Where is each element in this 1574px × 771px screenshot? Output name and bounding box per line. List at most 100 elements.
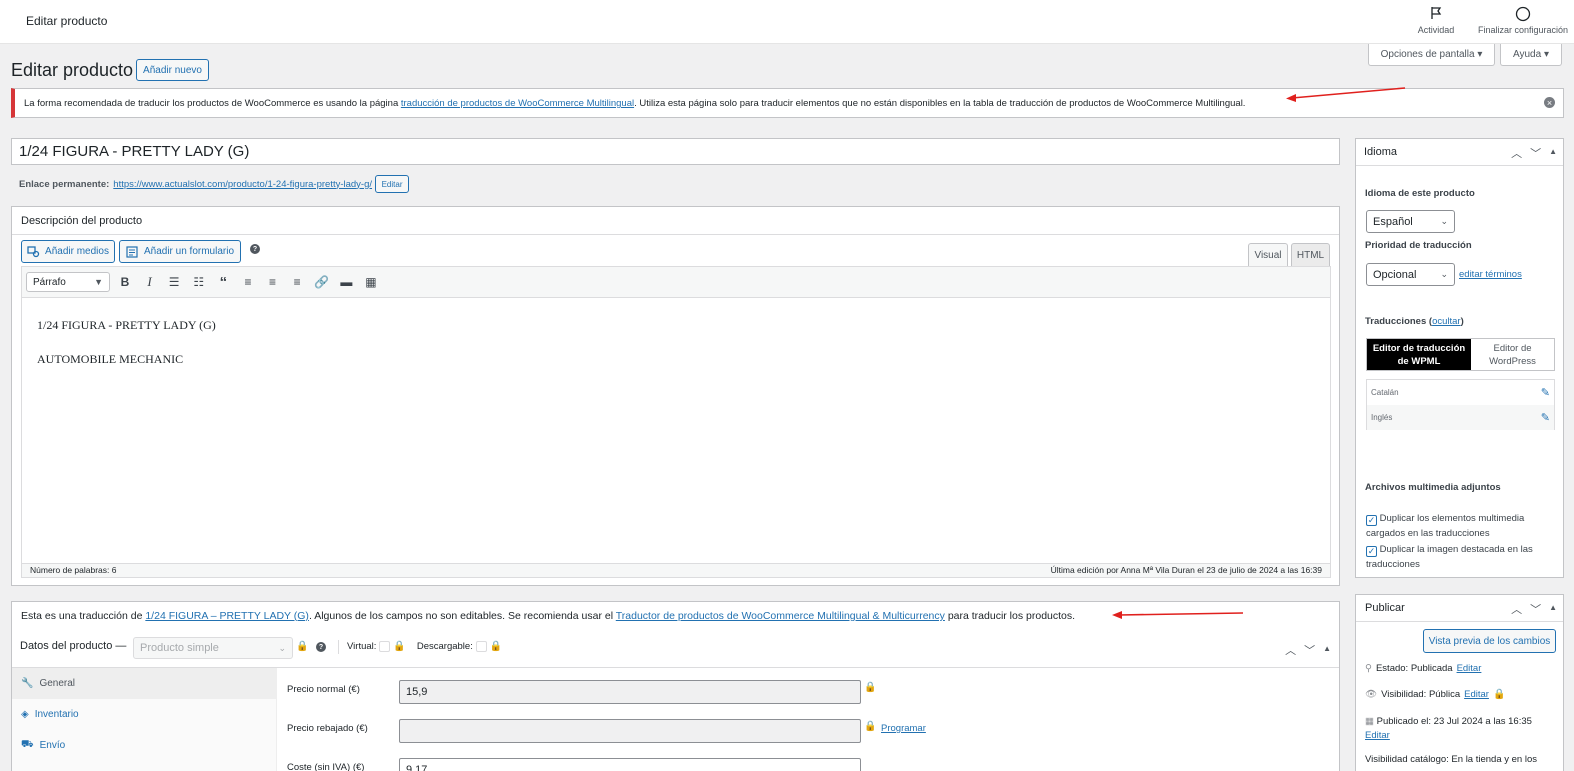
annotation-arrow: [1112, 611, 1244, 619]
blockquote-icon[interactable]: “: [212, 271, 234, 293]
description-box: Descripción del producto Añadir medios A…: [11, 206, 1340, 586]
add-new-button[interactable]: Añadir nuevo: [136, 59, 209, 81]
language-select[interactable]: Español ⌄: [1366, 210, 1455, 233]
chevron-down-icon: ⌄: [1440, 269, 1448, 279]
translation-notice-before: Esta es una traducción de: [21, 610, 146, 622]
topbar-title: Editar producto: [26, 14, 108, 28]
tag-icon: ◈: [21, 709, 29, 720]
toolbar-toggle-icon[interactable]: ▦: [360, 271, 382, 293]
help-icon[interactable]: ?: [316, 642, 326, 652]
tab-general[interactable]: 🔧 General: [12, 668, 277, 699]
wrench-icon: 🔧: [21, 678, 34, 689]
add-form-button[interactable]: Añadir un formulario: [119, 240, 241, 263]
chevron-up-icon[interactable]: ︿: [1511, 145, 1522, 161]
numbered-list-icon[interactable]: ☷: [188, 271, 210, 293]
lock-icon: 🔒: [489, 641, 503, 652]
status-edit-link[interactable]: Editar: [1457, 663, 1482, 674]
downloadable-checkbox[interactable]: [475, 641, 487, 652]
toggle-panel-icon[interactable]: ▲: [1323, 644, 1331, 658]
help-button[interactable]: Ayuda ▾: [1500, 44, 1562, 66]
dup-media-label: Duplicar los elementos multimedia cargad…: [1366, 513, 1525, 539]
hide-link[interactable]: ocultar: [1432, 316, 1461, 327]
chevron-down-icon[interactable]: ﹀: [1530, 601, 1541, 617]
notice-link[interactable]: traducción de productos de WooCommerce M…: [401, 98, 634, 109]
product-data-tabs: 🔧 General ◈ Inventario ⛟ Envío: [12, 668, 277, 771]
status-label: Estado: Publicada: [1375, 663, 1453, 674]
notice-text-after: . Utiliza esta página solo para traducir…: [634, 98, 1246, 109]
wcml-translator-link[interactable]: Traductor de productos de WooCommerce Mu…: [616, 610, 945, 622]
language-name: Inglés: [1371, 413, 1393, 422]
circle-progress-icon: [1515, 6, 1531, 22]
permalink-label: Enlace permanente:: [19, 178, 110, 190]
tab-visual[interactable]: Visual: [1248, 243, 1288, 267]
editor-content[interactable]: 1/24 FIGURA - PRETTY LADY (G) AUTOMOBILE…: [21, 298, 1331, 564]
edit-terms-link[interactable]: editar términos: [1459, 269, 1522, 280]
link-icon[interactable]: 🔗: [311, 271, 333, 293]
wpml-editor-option[interactable]: Editor de traducción de WPML: [1367, 339, 1471, 370]
published-edit-link[interactable]: Editar: [1365, 729, 1561, 743]
regular-price-input[interactable]: 15,9: [399, 680, 861, 704]
preview-changes-button[interactable]: Vista previa de los cambios: [1423, 629, 1556, 653]
tab-html[interactable]: HTML: [1291, 243, 1330, 267]
tab-inventory[interactable]: ◈ Inventario: [12, 699, 277, 730]
toggle-panel-icon[interactable]: ▲: [1549, 603, 1557, 617]
schedule-link[interactable]: Programar: [881, 723, 926, 734]
product-type-select[interactable]: Producto simple ⌄: [133, 637, 293, 659]
align-center-icon[interactable]: ≡: [262, 271, 284, 293]
sale-price-label: Precio rebajado (€): [287, 723, 368, 734]
bold-icon[interactable]: B: [114, 271, 136, 293]
language-label: Idioma de este producto: [1365, 188, 1475, 199]
lock-icon: 🔒: [393, 641, 406, 652]
activity-button[interactable]: Actividad: [1410, 6, 1462, 35]
cost-input[interactable]: 9,17: [399, 758, 861, 771]
chevron-down-icon: ⌄: [1440, 216, 1448, 226]
chevron-down-icon[interactable]: ﹀: [1304, 642, 1315, 658]
product-title-input[interactable]: 1/24 FIGURA - PRETTY LADY (G): [11, 138, 1340, 165]
original-product-link[interactable]: 1/24 FIGURA – PRETTY LADY (G): [145, 610, 309, 622]
align-right-icon[interactable]: ≡: [286, 271, 308, 293]
finish-setup-button[interactable]: Finalizar configuración: [1472, 6, 1574, 35]
content-line-1: 1/24 FIGURA - PRETTY LADY (G): [37, 318, 216, 332]
dup-featured-checkbox[interactable]: ✓: [1366, 546, 1377, 557]
chevron-up-icon[interactable]: ︿: [1285, 642, 1296, 658]
lock-icon: 🔒: [864, 721, 877, 732]
virtual-checkbox[interactable]: [379, 641, 391, 652]
toggle-panel-icon[interactable]: ▲: [1549, 147, 1557, 161]
priority-select[interactable]: Opcional ⌄: [1366, 263, 1455, 286]
calendar-icon: ▦: [1365, 716, 1374, 727]
form-icon: [126, 245, 138, 258]
tab-shipping-label: Envío: [39, 740, 66, 751]
flag-icon: [1431, 7, 1442, 19]
dup-media-checkbox[interactable]: ✓: [1366, 515, 1377, 526]
catalog-visibility-label: Visibilidad catálogo: En la tienda y en …: [1365, 754, 1537, 765]
editor-switch: Editor de traducción de WPML Editor de W…: [1366, 338, 1555, 371]
publish-box-title: Publicar: [1365, 602, 1405, 614]
chevron-down-icon[interactable]: ﹀: [1530, 145, 1541, 161]
pencil-icon[interactable]: ✎: [1541, 386, 1550, 399]
top-bar: Editar producto Actividad Finalizar conf…: [0, 0, 1574, 44]
italic-icon[interactable]: I: [139, 271, 161, 293]
bullet-list-icon[interactable]: ☰: [163, 271, 185, 293]
add-media-button[interactable]: Añadir medios: [21, 240, 115, 263]
chevron-up-icon[interactable]: ︿: [1511, 601, 1522, 617]
help-icon[interactable]: ?: [250, 244, 260, 254]
visibility-edit-link[interactable]: Editar: [1464, 689, 1489, 700]
tab-shipping[interactable]: ⛟ Envío: [12, 730, 277, 761]
language-select-value: Español: [1373, 215, 1413, 228]
translation-row-catalan: Catalán ✎: [1367, 380, 1554, 405]
permalink-url[interactable]: https://www.actualslot.com/producto/1-24…: [113, 179, 372, 190]
pencil-icon[interactable]: ✎: [1541, 411, 1550, 424]
sale-price-input[interactable]: [399, 719, 861, 743]
format-select-value: Párrafo: [33, 276, 66, 288]
content-line-2: AUTOMOBILE MECHANIC: [37, 352, 184, 366]
dismiss-icon[interactable]: ×: [1544, 97, 1555, 108]
screen-options-button[interactable]: Opciones de pantalla ▾: [1368, 44, 1495, 66]
format-select[interactable]: Párrafo ▼: [26, 272, 110, 292]
read-more-icon[interactable]: ▬: [335, 271, 357, 293]
wp-editor-option[interactable]: Editor de WordPress: [1471, 339, 1554, 370]
downloadable-label: Descargable:: [416, 641, 473, 652]
permalink-edit-button[interactable]: Editar: [375, 175, 410, 193]
word-count: Número de palabras: 6: [30, 565, 117, 575]
align-left-icon[interactable]: ≡: [237, 271, 259, 293]
permalink: Enlace permanente: https://www.actualslo…: [19, 175, 410, 193]
